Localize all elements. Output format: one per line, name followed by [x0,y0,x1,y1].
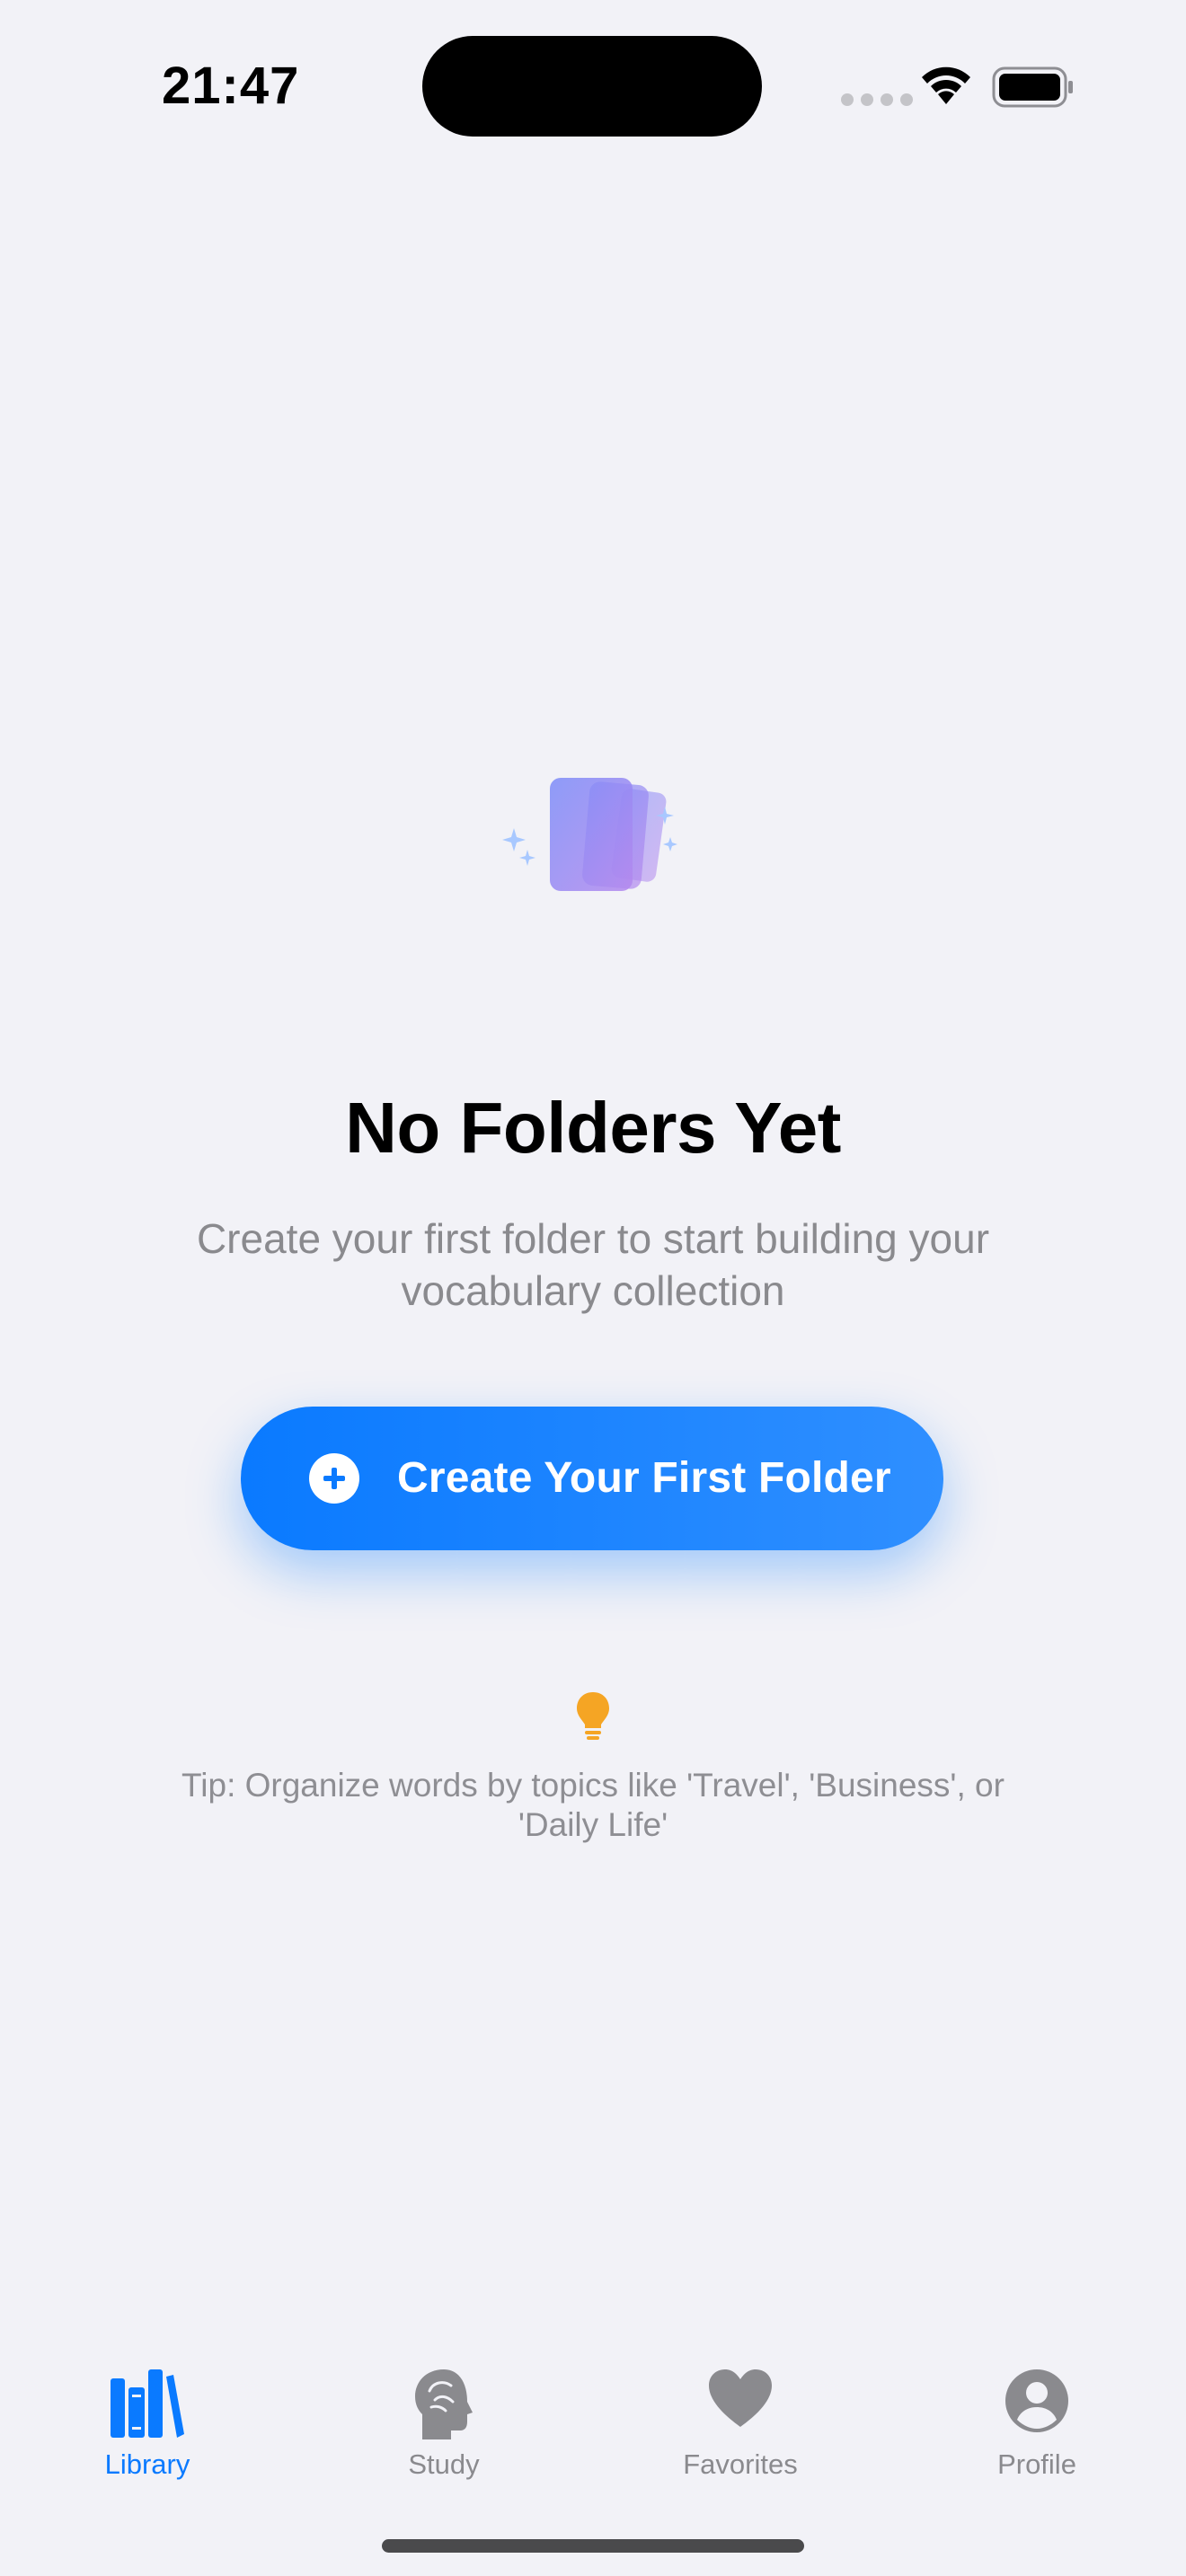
books-icon [111,2369,184,2438]
lightbulb-icon [577,1692,609,1740]
battery-icon [992,66,1073,108]
empty-state-title: No Folders Yet [345,1088,841,1168]
create-first-folder-label: Create Your First Folder [397,1454,891,1502]
tab-label: Profile [997,2448,1076,2480]
empty-state-subtitle: Create your first folder to start buildi… [196,1215,990,1314]
heart-icon [709,2369,772,2427]
cellular-signal-icon [841,93,913,106]
library-screen: 21:47 No Folders Yet Create your first f… [0,0,1186,2576]
tab-profile[interactable]: Profile [947,2353,1127,2488]
tab-label: Favorites [683,2448,798,2480]
status-time: 21:47 [162,57,300,115]
tab-bar: Library Study Favorites Profile [0,2353,1186,2497]
brain-head-icon [415,2369,473,2439]
create-first-folder-button[interactable]: Create Your First Folder [241,1407,943,1550]
tip-text: Tip: Organize words by topics like 'Trav… [181,1767,1005,1843]
dynamic-island [422,36,762,137]
tab-favorites[interactable]: Favorites [651,2353,830,2488]
stacked-cards-sparkles-icon [502,778,677,891]
tab-label: Study [408,2448,480,2480]
home-indicator[interactable] [382,2539,804,2553]
tab-study[interactable]: Study [354,2353,534,2488]
tab-label: Library [104,2448,190,2480]
tab-library[interactable]: Library [58,2353,237,2488]
wifi-icon [922,66,970,104]
person-circle-icon [1005,2369,1068,2432]
plus-circle-icon [309,1453,359,1504]
